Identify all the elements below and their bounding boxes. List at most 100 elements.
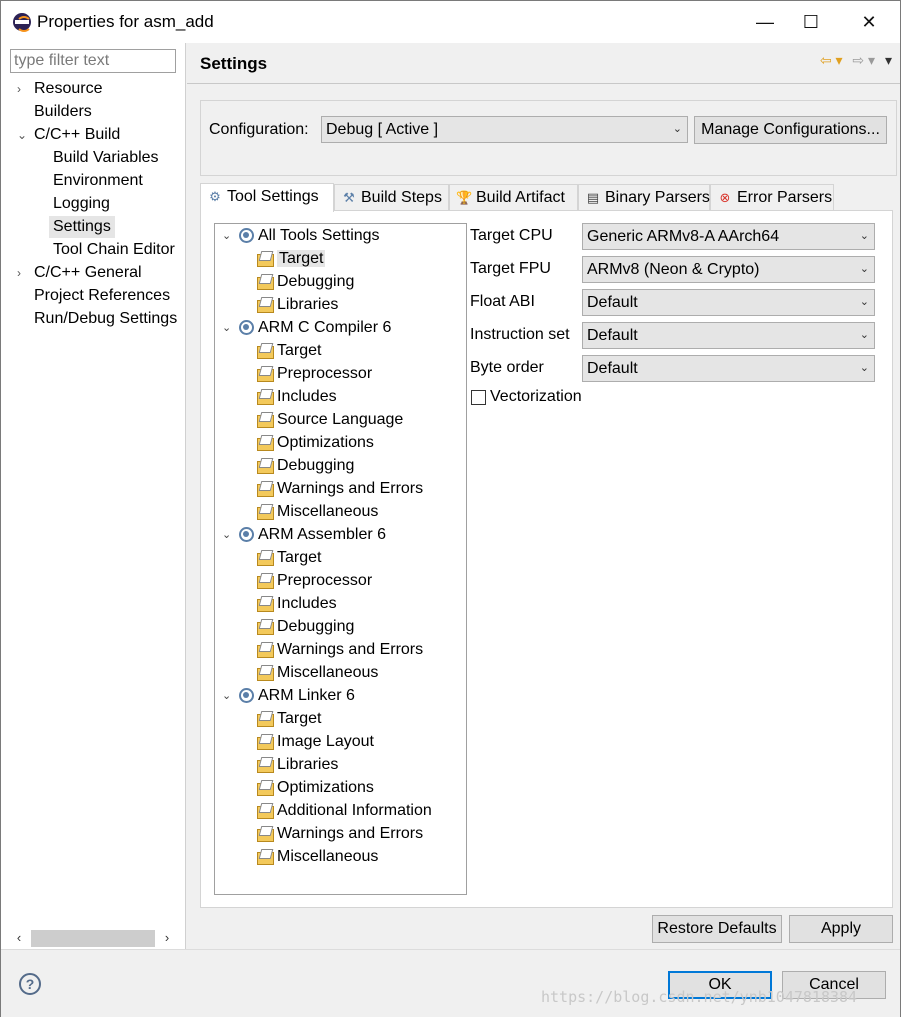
tree-node-label: Miscellaneous [277,503,379,520]
field-target-fpu-select[interactable]: ARMv8 (Neon & Crypto) ⌄ [582,256,875,283]
option-folder-icon [257,710,274,727]
field-byte-order-select[interactable]: Default ⌄ [582,355,875,382]
tool-icon [238,687,254,703]
option-folder-icon [257,756,274,773]
tree-node-label: Target [277,250,326,267]
page-title: Settings [200,54,268,73]
option-folder-icon [257,296,274,313]
tree-option-node[interactable]: Preprocessor [257,570,372,592]
tree-option-node[interactable]: Target [257,547,321,569]
tab-binary-parsers[interactable]: ▤ Binary Parsers [578,184,710,212]
sidebar-item-run-debug-settings[interactable]: Run/Debug Settings [34,308,177,330]
chevron-down-icon[interactable]: ⌄ [222,229,231,242]
vectorization-checkbox[interactable] [471,390,486,405]
tree-option-node[interactable]: Debugging [257,616,354,638]
tree-tool-node[interactable]: ARM C Compiler 6 [238,317,391,339]
tree-option-node[interactable]: Miscellaneous [257,662,378,684]
divider [187,83,900,84]
maximize-button[interactable]: ☐ [784,1,838,43]
chevron-down-icon: ⌄ [859,329,869,341]
tree-option-node[interactable]: Warnings and Errors [257,639,423,661]
back-arrow-icon[interactable]: ⇦ ▾ [820,52,843,68]
tree-node-label: Debugging [277,273,355,290]
tool-tree[interactable]: ⌄ All Tools Settings Target Debugging Librar… [214,223,467,895]
tree-option-node[interactable]: Preprocessor [257,363,372,385]
view-menu-icon[interactable]: ▾ [885,52,892,68]
tab-label: Binary Parsers [605,189,710,206]
chevron-right-icon[interactable]: › [17,78,29,100]
settings-page: Settings ⇦ ▾ ⇨ ▾ ▾ Configuration: Debug … [187,43,900,949]
tab-label: Tool Settings [227,188,319,205]
tree-option-node[interactable]: Debugging [257,455,354,477]
option-folder-icon [257,733,274,750]
sidebar-item-c-c-build[interactable]: C/C++ Build [34,124,120,146]
tree-option-node[interactable]: Includes [257,386,337,408]
tree-node-label: Miscellaneous [277,664,379,681]
scroll-left-icon[interactable]: ‹ [9,927,29,949]
tree-option-node[interactable]: Target [257,708,321,730]
restore-defaults-button[interactable]: Restore Defaults [652,915,782,943]
tree-option-node[interactable]: Miscellaneous [257,846,378,868]
tree-option-node[interactable]: Includes [257,593,337,615]
sidebar-horizontal-scrollbar[interactable]: ‹ › [9,927,177,949]
tree-option-node[interactable]: Libraries [257,754,338,776]
chevron-down-icon[interactable]: ⌄ [222,689,231,702]
option-folder-icon [257,503,274,520]
sidebar-item-project-references[interactable]: Project References [34,285,170,307]
title-bar: Properties for asm_add — ☐ ✕ [1,1,900,43]
sidebar-item-builders[interactable]: Builders [34,101,92,123]
tree-option-node[interactable]: Libraries [257,294,338,316]
sidebar-item-logging[interactable]: Logging [53,193,110,215]
close-button[interactable]: ✕ [842,1,896,43]
tree-node-label: All Tools Settings [258,227,380,244]
sidebar-item-settings[interactable]: Settings [49,216,115,238]
tree-option-node[interactable]: Miscellaneous [257,501,378,523]
option-folder-icon [257,595,274,612]
sidebar-item-build-variables[interactable]: Build Variables [53,147,159,169]
option-folder-icon [257,480,274,497]
chevron-down-icon[interactable]: ⌄ [222,321,231,334]
chevron-down-icon[interactable]: ⌄ [222,528,231,541]
manage-configurations-button[interactable]: Manage Configurations... [694,116,887,144]
apply-button[interactable]: Apply [789,915,893,943]
tree-node-label: Preprocessor [277,572,373,589]
sidebar-item-resource[interactable]: Resource [34,78,102,100]
filter-input[interactable] [10,49,176,73]
tree-tool-node[interactable]: ARM Linker 6 [238,685,355,707]
tab-tool-settings[interactable]: ⚙ Tool Settings [200,183,334,212]
field-target-cpu-select[interactable]: Generic ARMv8-A AArch64 ⌄ [582,223,875,250]
tab-error-parsers[interactable]: ⊗ Error Parsers [710,184,834,212]
tree-option-node[interactable]: Optimizations [257,777,374,799]
scroll-right-icon[interactable]: › [157,927,177,949]
configuration-select[interactable]: Debug [ Active ] ⌄ [321,116,688,143]
tree-option-node[interactable]: Target [257,248,326,270]
sidebar-item-tool-chain-editor[interactable]: Tool Chain Editor [53,239,175,261]
field-float-abi-select[interactable]: Default ⌄ [582,289,875,316]
tree-node-label: Additional Information [277,802,432,819]
scrollbar-thumb[interactable] [31,930,155,947]
tree-option-node[interactable]: Warnings and Errors [257,478,423,500]
tree-node-label: Warnings and Errors [277,480,424,497]
tree-node-label: ARM Linker 6 [258,687,355,704]
tab-build-artifact[interactable]: 🏆 Build Artifact [449,184,578,212]
field-instruction-set-select[interactable]: Default ⌄ [582,322,875,349]
tree-node-label: Image Layout [277,733,374,750]
tab-build-steps[interactable]: ⚒ Build Steps [334,184,449,212]
tree-option-node[interactable]: Warnings and Errors [257,823,423,845]
sidebar-item-environment[interactable]: Environment [53,170,143,192]
tree-option-node[interactable]: Target [257,340,321,362]
tree-node-label: Warnings and Errors [277,825,424,842]
tree-option-node[interactable]: Source Language [257,409,403,431]
tree-option-node[interactable]: Debugging [257,271,354,293]
sidebar-item-c-c-general[interactable]: C/C++ General [34,262,142,284]
option-folder-icon [257,388,274,405]
tree-tool-node[interactable]: All Tools Settings [238,225,380,247]
tree-option-node[interactable]: Additional Information [257,800,432,822]
forward-arrow-icon[interactable]: ⇨ ▾ [852,52,875,68]
tree-option-node[interactable]: Image Layout [257,731,374,753]
help-icon[interactable]: ? [19,973,41,995]
chevron-down-icon[interactable]: ⌄ [17,124,29,146]
chevron-right-icon[interactable]: › [17,262,29,284]
tree-option-node[interactable]: Optimizations [257,432,374,454]
tree-tool-node[interactable]: ARM Assembler 6 [238,524,386,546]
